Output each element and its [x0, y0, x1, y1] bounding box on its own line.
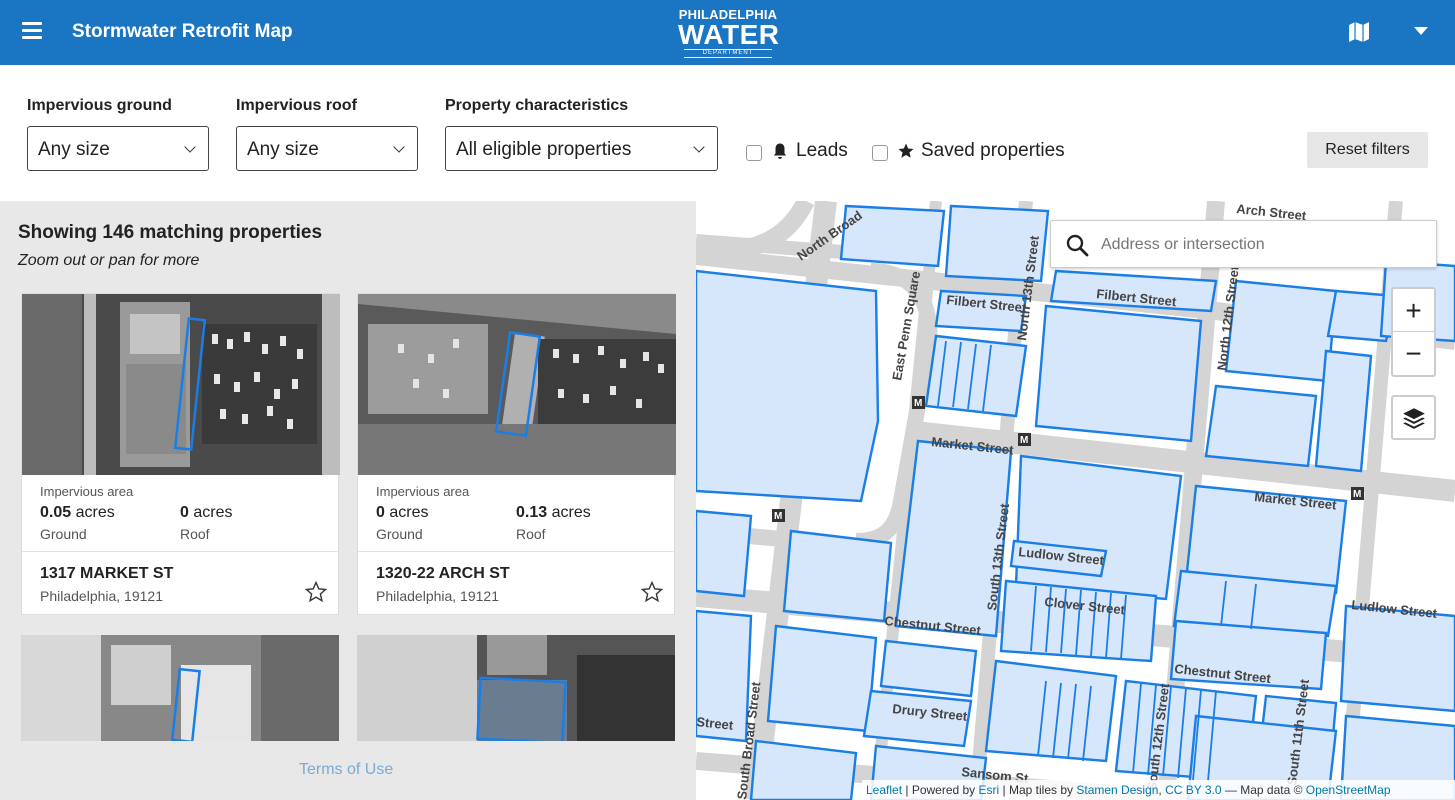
layers-button[interactable] [1391, 395, 1436, 440]
map-canvas[interactable]: North Broad Arch Street Filbert Street F… [696, 201, 1455, 800]
map-view-icon[interactable] [1347, 20, 1371, 44]
results-hint: Zoom out or pan for more [18, 252, 200, 269]
property-card-photo[interactable] [357, 635, 675, 741]
svg-text:M: M [774, 511, 782, 522]
saved-properties-label[interactable]: Saved properties [921, 140, 1065, 162]
map-tiles: North Broad Arch Street Filbert Street F… [696, 201, 1455, 800]
impervious-ground-select[interactable]: Any size [27, 126, 209, 171]
leads-checkbox[interactable] [746, 145, 762, 161]
zoom-in-button[interactable]: + [1393, 289, 1434, 332]
roof-acres: 0.13 acres [516, 504, 591, 521]
property-card-photo[interactable] [21, 635, 339, 741]
card-divider [22, 551, 340, 552]
property-address: 1320-22 ARCH ST [376, 565, 510, 582]
chevron-down-icon [393, 141, 405, 153]
philadelphia-water-logo: PHILADELPHIA WATER DEPARTMENT [678, 7, 780, 58]
hamburger-menu-icon[interactable] [22, 22, 42, 42]
roof-caption: Roof [516, 526, 546, 542]
esri-link[interactable]: Esri [979, 783, 1000, 797]
results-panel[interactable]: Showing 146 matching properties Zoom out… [0, 201, 696, 800]
app-title: Stormwater Retrofit Map [72, 21, 293, 42]
property-city: Philadelphia, 19121 [376, 588, 499, 604]
impervious-area-label: Impervious area [40, 484, 134, 499]
zoom-out-button[interactable]: − [1393, 332, 1434, 375]
aerial-photo [358, 294, 676, 475]
svg-text:M: M [1020, 435, 1028, 446]
osm-link[interactable]: OpenStreetMap [1306, 783, 1391, 797]
property-card[interactable]: Impervious area 0.05 acres Ground 0 acre… [21, 293, 340, 615]
ground-acres: 0.05 acres [40, 504, 115, 521]
chevron-down-icon [693, 141, 705, 153]
save-star-icon[interactable] [304, 580, 328, 604]
stamen-link[interactable]: Stamen Design [1076, 783, 1158, 797]
saved-properties-checkbox[interactable] [872, 145, 888, 161]
leaflet-link[interactable]: Leaflet [866, 783, 902, 797]
impervious-roof-label: Impervious roof [236, 97, 357, 114]
svg-text:M: M [1353, 489, 1361, 500]
roof-caption: Roof [180, 526, 210, 542]
app-header: Stormwater Retrofit Map PHILADELPHIA WAT… [0, 0, 1455, 65]
layers-icon [1403, 408, 1425, 429]
save-star-icon[interactable] [640, 580, 664, 604]
filter-bar: Impervious ground Any size Impervious ro… [0, 65, 1455, 201]
reset-filters-button[interactable]: Reset filters [1307, 132, 1428, 168]
address-search-input[interactable] [1101, 233, 1421, 257]
impervious-roof-select[interactable]: Any size [236, 126, 418, 171]
cc-by-link[interactable]: CC BY 3.0 [1165, 783, 1221, 797]
impervious-area-label: Impervious area [376, 484, 470, 499]
chevron-down-icon [184, 141, 196, 153]
property-city: Philadelphia, 19121 [40, 588, 163, 604]
results-count: Showing 146 matching properties [18, 222, 323, 243]
ground-caption: Ground [376, 526, 423, 542]
ground-acres: 0 acres [376, 504, 429, 521]
impervious-ground-label: Impervious ground [27, 97, 172, 114]
property-card[interactable]: Impervious area 0 acres Ground 0.13 acre… [357, 293, 676, 615]
account-dropdown-caret-icon[interactable] [1414, 27, 1428, 35]
terms-of-use-link[interactable]: Terms of Use [299, 761, 393, 779]
address-search[interactable] [1050, 220, 1437, 268]
svg-text:M: M [914, 398, 922, 409]
bell-icon [774, 143, 786, 159]
property-characteristics-select[interactable]: All eligible properties [445, 126, 718, 171]
search-icon [1066, 234, 1089, 257]
aerial-photo [22, 294, 340, 475]
property-characteristics-label: Property characteristics [445, 97, 629, 114]
star-filled-icon [898, 143, 914, 158]
leads-label[interactable]: Leads [796, 140, 848, 162]
roof-acres: 0 acres [180, 504, 233, 521]
map-attribution: Leaflet | Powered by Esri | Map tiles by… [862, 780, 1455, 800]
zoom-control: + − [1391, 287, 1436, 377]
property-address: 1317 MARKET ST [40, 565, 174, 582]
card-divider [358, 551, 676, 552]
ground-caption: Ground [40, 526, 87, 542]
